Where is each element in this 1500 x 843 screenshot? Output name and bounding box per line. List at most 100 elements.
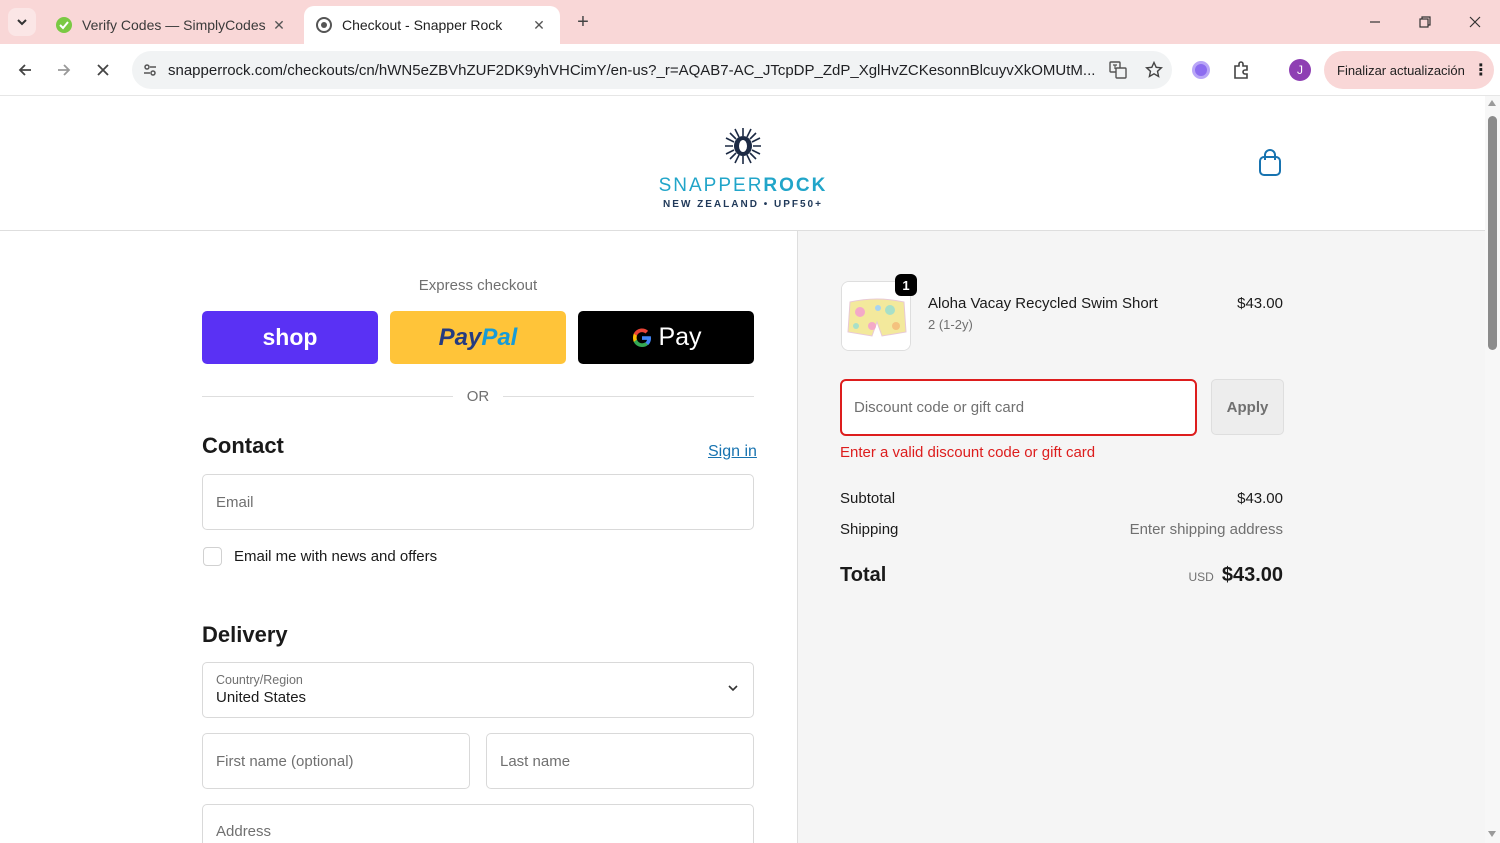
divider-line bbox=[202, 395, 453, 397]
arrow-left-icon bbox=[18, 64, 31, 76]
quantity-badge: 1 bbox=[895, 274, 917, 296]
tab-verify-codes[interactable]: Verify Codes — SimplyCodes ✕ bbox=[44, 6, 300, 44]
product-variant: 2 (1-2y) bbox=[928, 317, 973, 332]
shop-pay-button[interactable]: shop bbox=[202, 311, 378, 364]
browser-toolbar: snapperrock.com/checkouts/cn/hWN5eZBVhZU… bbox=[0, 44, 1500, 96]
extension-simplycodes-icon[interactable] bbox=[1187, 56, 1215, 84]
restore-icon bbox=[1419, 16, 1431, 28]
subtotal-label: Subtotal bbox=[840, 490, 896, 507]
back-button[interactable] bbox=[11, 56, 39, 84]
forward-button[interactable] bbox=[50, 56, 78, 84]
url-text: snapperrock.com/checkouts/cn/hWN5eZBVhZU… bbox=[168, 61, 1096, 79]
extensions-puzzle-icon[interactable] bbox=[1227, 56, 1255, 84]
close-window-button[interactable] bbox=[1452, 8, 1498, 36]
delivery-heading: Delivery bbox=[202, 622, 288, 647]
google-g-icon bbox=[633, 328, 652, 347]
country-select[interactable]: Country/Region United States bbox=[202, 662, 754, 718]
order-summary: 1 Aloha Vacay Recycled Swim Short 2 (1-2… bbox=[797, 231, 1485, 843]
address-bar[interactable]: snapperrock.com/checkouts/cn/hWN5eZBVhZU… bbox=[132, 51, 1172, 89]
total-currency: USD bbox=[1188, 570, 1214, 584]
browser-tab-bar: Verify Codes — SimplyCodes ✕ Checkout - … bbox=[0, 0, 1500, 44]
tab-checkout[interactable]: Checkout - Snapper Rock ✕ bbox=[304, 6, 560, 44]
shipping-label: Shipping bbox=[840, 521, 899, 538]
shopping-bag-icon bbox=[1259, 149, 1281, 176]
chevron-down-icon bbox=[728, 685, 738, 692]
shipping-value: Enter shipping address bbox=[1129, 521, 1283, 538]
brand-tagline: NEW ZEALAND • UPF50+ bbox=[663, 199, 823, 210]
close-tab-icon[interactable]: ✕ bbox=[530, 17, 548, 34]
divider-line bbox=[503, 395, 754, 397]
total-value: $43.00 bbox=[1221, 564, 1283, 586]
scroll-up-arrow-icon[interactable] bbox=[1488, 100, 1496, 106]
minimize-button[interactable] bbox=[1352, 8, 1398, 36]
apply-discount-button[interactable]: Apply bbox=[1211, 379, 1284, 435]
or-divider: OR bbox=[202, 386, 754, 406]
cart-bag-button[interactable] bbox=[1256, 148, 1284, 178]
profile-avatar[interactable]: J bbox=[1286, 56, 1314, 84]
product-name: Aloha Vacay Recycled Swim Short bbox=[928, 295, 1158, 312]
subtotal-value: $43.00 bbox=[1237, 490, 1283, 507]
site-settings-icon[interactable] bbox=[132, 62, 168, 78]
minimize-icon bbox=[1370, 21, 1380, 23]
email-field[interactable]: Email bbox=[202, 474, 754, 530]
brand-wordmark: SNAPPERROCK bbox=[648, 175, 838, 197]
sun-logo-icon bbox=[725, 128, 761, 164]
contact-heading: Contact bbox=[202, 433, 284, 458]
google-pay-button[interactable]: Pay bbox=[578, 311, 754, 364]
tab-search-button[interactable] bbox=[8, 8, 36, 36]
close-icon bbox=[97, 64, 109, 76]
country-value: United States bbox=[216, 689, 307, 706]
shop-pay-label: shop bbox=[262, 324, 318, 350]
scrollbar-thumb[interactable] bbox=[1488, 116, 1497, 350]
store-header: SNAPPERROCK NEW ZEALAND • UPF50+ bbox=[0, 96, 1485, 231]
google-pay-label: Pay bbox=[658, 323, 702, 351]
first-name-placeholder: First name (optional) bbox=[216, 752, 354, 770]
paypal-button[interactable]: Pay Pal bbox=[390, 311, 566, 364]
snapperrock-logo[interactable]: SNAPPERROCK NEW ZEALAND • UPF50+ bbox=[648, 126, 838, 210]
finish-update-button[interactable]: Finalizar actualización ⋮ bbox=[1324, 51, 1494, 89]
new-tab-button[interactable]: + bbox=[570, 10, 596, 36]
profile-initial: J bbox=[1289, 59, 1311, 81]
last-name-placeholder: Last name bbox=[500, 752, 571, 770]
checkout-form: Express checkout shop Pay Pal Pay OR Cont… bbox=[0, 231, 797, 843]
address-field[interactable]: Address bbox=[202, 804, 754, 843]
restore-button[interactable] bbox=[1402, 8, 1448, 36]
newsletter-label: Email me with news and offers bbox=[234, 548, 438, 565]
total-amount: USD $43.00 bbox=[1188, 564, 1283, 587]
country-label: Country/Region bbox=[216, 673, 303, 687]
brand-light: SNAPPER bbox=[658, 175, 764, 196]
last-name-field[interactable]: Last name bbox=[486, 733, 754, 789]
more-menu-icon: ⋮ bbox=[1472, 62, 1489, 79]
snapperrock-favicon-icon bbox=[316, 17, 332, 33]
brand-bold: ROCK bbox=[763, 175, 828, 196]
paypal-label-part2: Pal bbox=[481, 323, 518, 351]
paypal-label-part1: Pay bbox=[438, 323, 482, 351]
express-checkout-label: Express checkout bbox=[418, 277, 538, 294]
sign-in-link[interactable]: Sign in bbox=[708, 443, 757, 461]
or-label: OR bbox=[466, 387, 490, 405]
newsletter-checkbox[interactable] bbox=[203, 547, 222, 566]
first-name-field[interactable]: First name (optional) bbox=[202, 733, 470, 789]
checkout-page: SNAPPERROCK NEW ZEALAND • UPF50+ Express… bbox=[0, 96, 1485, 843]
tab-title: Verify Codes — SimplyCodes bbox=[82, 17, 266, 33]
discount-code-input[interactable]: Discount code or gift card bbox=[840, 379, 1197, 436]
discount-placeholder: Discount code or gift card bbox=[854, 399, 1025, 416]
page-scrollbar[interactable] bbox=[1485, 96, 1500, 843]
close-tab-icon[interactable]: ✕ bbox=[270, 17, 288, 34]
tab-title: Checkout - Snapper Rock bbox=[342, 17, 503, 33]
chevron-down-icon bbox=[17, 19, 27, 26]
total-label: Total bbox=[840, 564, 887, 586]
simplycodes-favicon-icon bbox=[56, 17, 72, 33]
scroll-down-arrow-icon[interactable] bbox=[1488, 831, 1496, 837]
discount-error-message: Enter a valid discount code or gift card bbox=[840, 444, 1096, 461]
arrow-right-icon bbox=[58, 64, 71, 76]
email-placeholder: Email bbox=[216, 493, 254, 511]
close-icon bbox=[1469, 16, 1481, 28]
address-placeholder: Address bbox=[216, 823, 272, 840]
product-price: $43.00 bbox=[1237, 295, 1283, 312]
update-button-label: Finalizar actualización bbox=[1337, 62, 1465, 78]
newsletter-option[interactable]: Email me with news and offers bbox=[203, 547, 437, 566]
translate-icon[interactable] bbox=[1100, 61, 1136, 79]
bookmark-star-icon[interactable] bbox=[1136, 61, 1172, 79]
stop-loading-button[interactable] bbox=[89, 56, 117, 84]
